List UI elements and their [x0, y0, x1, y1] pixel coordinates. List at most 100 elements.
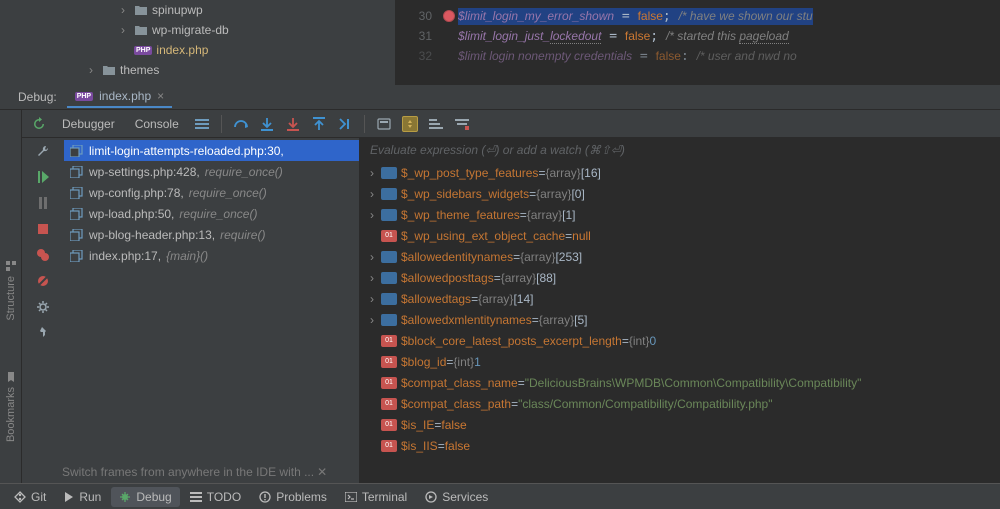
tab-console[interactable]: Console [127, 117, 187, 131]
var-name: $allowedposttags [401, 271, 494, 285]
chevron-right-icon[interactable]: › [364, 187, 380, 201]
evaluate-fragment-button[interactable] [399, 113, 421, 135]
stack-frame[interactable]: limit-login-attempts-reloaded.php:30, [64, 140, 359, 161]
watch-placeholder[interactable]: Evaluate expression (⏎) or add a watch (… [360, 138, 1000, 162]
tab-debugger[interactable]: Debugger [54, 117, 123, 131]
chevron-right-icon[interactable]: › [364, 313, 380, 327]
toolwindow-label: Services [442, 490, 488, 504]
view-breakpoints-button[interactable] [30, 244, 56, 266]
variable-row[interactable]: 01$compat_class_path = "class/Common/Com… [360, 393, 1000, 414]
toolwindow-run[interactable]: Run [56, 487, 109, 507]
toolwindow-terminal[interactable]: Terminal [337, 487, 415, 507]
variable-row[interactable]: ›$_wp_theme_features = {array} [1] [360, 204, 1000, 225]
tree-label: wp-migrate-db [152, 23, 229, 37]
chevron-right-icon[interactable]: › [364, 166, 380, 180]
tree-item-file[interactable]: PHP index.php [100, 40, 395, 60]
wrench-button[interactable] [30, 140, 56, 162]
code-editor[interactable]: 30 $limit_login_my_error_shown = false; … [395, 0, 1000, 85]
variable-row[interactable]: 01$compat_class_name = "DeliciousBrains\… [360, 372, 1000, 393]
var-name: $_wp_using_ext_object_cache [401, 229, 565, 243]
close-icon[interactable]: × [157, 89, 164, 103]
bookmarks-tool[interactable]: Bookmarks [5, 371, 17, 442]
toolwindow-problems[interactable]: Problems [251, 487, 335, 507]
var-type-icon [380, 208, 398, 222]
toolwindow-label: Problems [276, 490, 327, 504]
pin-button[interactable] [30, 322, 56, 344]
toolwindow-label: Debug [136, 490, 171, 504]
toolwindow-label: TODO [207, 490, 241, 504]
variable-row[interactable]: 01$is_IIS = false [360, 435, 1000, 456]
tab-label: index.php [99, 89, 151, 103]
var-name: $_wp_theme_features [401, 208, 520, 222]
breakpoint-icon[interactable] [440, 10, 458, 22]
var-name: $is_IE [401, 418, 434, 432]
tree-item-folder[interactable]: › wp-migrate-db [100, 20, 395, 40]
git-icon [14, 491, 26, 503]
sort-button[interactable] [425, 113, 447, 135]
step-over-button[interactable] [230, 113, 252, 135]
variable-row[interactable]: 01$block_core_latest_posts_excerpt_lengt… [360, 330, 1000, 351]
var-name: $_wp_sidebars_widgets [401, 187, 529, 201]
frame-icon [70, 166, 84, 178]
structure-tool[interactable]: Structure [5, 260, 17, 321]
run-to-cursor-button[interactable] [334, 113, 356, 135]
var-type-icon: 01 [380, 355, 398, 369]
pause-button[interactable] [30, 192, 56, 214]
variable-row[interactable]: 01$_wp_using_ext_object_cache = null [360, 225, 1000, 246]
var-type-icon [380, 250, 398, 264]
evaluate-button[interactable] [373, 113, 395, 135]
force-step-into-button[interactable] [282, 113, 304, 135]
toolwindow-label: Git [31, 490, 46, 504]
chevron-right-icon[interactable]: › [364, 292, 380, 306]
variable-row[interactable]: ›$_wp_post_type_features = {array} [16] [360, 162, 1000, 183]
tree-item-folder[interactable]: › themes [84, 60, 395, 80]
stack-frame[interactable]: wp-config.php:78, require_once() [64, 182, 359, 203]
variable-row[interactable]: ›$allowedentitynames = {array} [253] [360, 246, 1000, 267]
variable-row[interactable]: ›$allowedtags = {array} [14] [360, 288, 1000, 309]
project-tree[interactable]: › spinupwp › wp-migrate-db PHP index.php… [0, 0, 395, 85]
settings-button[interactable] [30, 296, 56, 318]
toolwindow-todo[interactable]: TODO [182, 487, 249, 507]
toolwindow-label: Run [79, 490, 101, 504]
mute-breakpoints-button[interactable] [30, 270, 56, 292]
frame-file: wp-config.php:78, [89, 186, 184, 200]
tab-index-php[interactable]: PHP index.php × [67, 86, 172, 108]
chevron-right-icon[interactable]: › [364, 250, 380, 264]
stack-frame[interactable]: wp-load.php:50, require_once() [64, 203, 359, 224]
stop-button[interactable] [30, 218, 56, 240]
php-file-icon: PHP [134, 46, 152, 55]
line-number: 31 [395, 29, 440, 43]
variable-row[interactable]: ›$_wp_sidebars_widgets = {array} [0] [360, 183, 1000, 204]
resume-button[interactable] [30, 166, 56, 188]
variable-row[interactable]: 01$is_IE = false [360, 414, 1000, 435]
chevron-right-icon[interactable]: › [364, 208, 380, 222]
services-icon [425, 491, 437, 503]
tree-label: themes [120, 63, 159, 77]
frame-icon [70, 187, 84, 199]
rerun-button[interactable] [28, 113, 50, 135]
variables-panel[interactable]: Evaluate expression (⏎) or add a watch (… [360, 138, 1000, 483]
frame-function: require_once() [189, 186, 267, 200]
tree-item-folder[interactable]: › spinupwp [100, 0, 395, 20]
toolwindow-debug[interactable]: Debug [111, 487, 179, 507]
stack-frame[interactable]: wp-blog-header.php:13, require() [64, 224, 359, 245]
var-type-icon: 01 [380, 418, 398, 432]
chevron-right-icon[interactable]: › [364, 271, 380, 285]
variable-row[interactable]: ›$allowedxmlentitynames = {array} [5] [360, 309, 1000, 330]
step-into-button[interactable] [256, 113, 278, 135]
var-type-icon: 01 [380, 397, 398, 411]
frame-file: wp-load.php:50, [89, 207, 174, 221]
stack-frame[interactable]: index.php:17, {main}() [64, 245, 359, 266]
threads-button[interactable] [191, 113, 213, 135]
step-out-button[interactable] [308, 113, 330, 135]
toolwindow-services[interactable]: Services [417, 487, 496, 507]
variable-row[interactable]: 01$blog_id = {int} 1 [360, 351, 1000, 372]
toolwindow-git[interactable]: Git [6, 487, 54, 507]
variable-row[interactable]: ›$allowedposttags = {array} [88] [360, 267, 1000, 288]
frame-function: require_once() [205, 165, 283, 179]
filter-button[interactable] [451, 113, 473, 135]
stack-frame[interactable]: wp-settings.php:428, require_once() [64, 161, 359, 182]
var-name: $block_core_latest_posts_excerpt_length [401, 334, 622, 348]
frames-panel[interactable]: limit-login-attempts-reloaded.php:30,wp-… [64, 138, 360, 483]
bottom-toolbar: Git Run Debug TODO Problems Terminal Services [0, 483, 1000, 509]
